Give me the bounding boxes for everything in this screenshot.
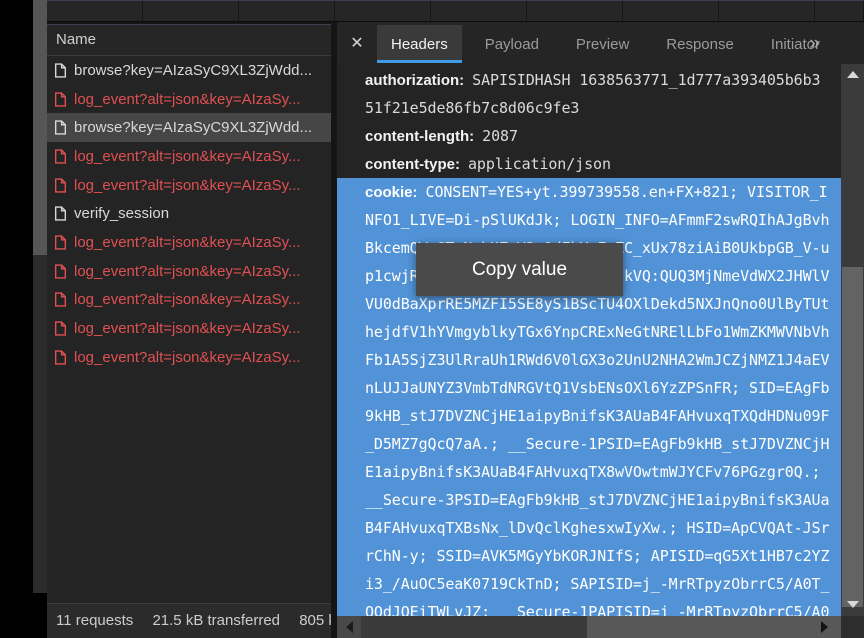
- scroll-right-icon[interactable]: [813, 616, 835, 638]
- cookie-line: hejdfV1hYVmgyblkyTGx6YnpCRExNeGtNRElLbFo…: [337, 318, 841, 346]
- header-key: authorization:: [365, 72, 464, 89]
- header-line: 51f21e5de86fb7c8d06c9fe3: [337, 94, 841, 122]
- overview-cell: [719, 1, 815, 21]
- network-status-bar: 11 requests 21.5 kB transferred 805 kB: [47, 603, 331, 638]
- request-row[interactable]: verify_session: [47, 199, 331, 228]
- file-icon: [54, 350, 67, 365]
- header-key: content-length:: [365, 128, 474, 145]
- request-name: browse?key=AIzaSyC9XL3ZjWdd...: [74, 62, 312, 79]
- cookie-line: QOdJQEiTWLvJZ; __Secure-1PAPISID=j_-MrRT…: [337, 598, 841, 616]
- header-key: cookie:: [365, 184, 418, 201]
- detail-vertical-scrollbar[interactable]: [841, 64, 864, 616]
- overview-cell: [239, 1, 335, 21]
- cookie-line: B4FAHvuxqTXBsNx_lDvQclKghesxwIyXw.; HSID…: [337, 514, 841, 542]
- cookie-line: cookie: CONSENT=YES+yt.399739558.en+FX+82…: [337, 178, 841, 206]
- request-name: log_event?alt=json&key=AIzaSy...: [74, 320, 301, 337]
- tab-payload[interactable]: Payload: [471, 25, 553, 63]
- file-icon: [54, 149, 67, 164]
- request-row[interactable]: log_event?alt=json&key=AIzaSy...: [47, 314, 331, 343]
- header-line: authorization: SAPISIDHASH 1638563771_1d7…: [337, 66, 841, 94]
- horizontal-scrollbar-thumb[interactable]: [587, 616, 841, 638]
- vertical-scrollbar-thumb[interactable]: [842, 267, 863, 607]
- request-row-selected[interactable]: browse?key=AIzaSyC9XL3ZjWdd...: [47, 113, 331, 142]
- request-row[interactable]: log_event?alt=json&key=AIzaSy...: [47, 142, 331, 171]
- overview-cell: [47, 1, 143, 21]
- cookie-line: NFO1_LIVE=Di-pSlUKdJk; LOGIN_INFO=AFmmF2…: [337, 206, 841, 234]
- request-row[interactable]: log_event?alt=json&key=AIzaSy...: [47, 286, 331, 315]
- request-name: log_event?alt=json&key=AIzaSy...: [74, 291, 301, 308]
- header-key: content-type:: [365, 156, 460, 173]
- overview-cell: [527, 1, 623, 21]
- overview-cell: [815, 1, 864, 21]
- file-icon: [54, 292, 67, 307]
- file-icon: [54, 63, 67, 78]
- page-scrollbar[interactable]: [33, 0, 47, 593]
- cookie-line: nLUJJaUNYZ3VmbTdNRGVtQ1VsbENsOXl6YzZPSnF…: [337, 374, 841, 402]
- scroll-down-icon[interactable]: [841, 594, 864, 614]
- cookie-line: _D5MZ7gQcQ7aA.; __Secure-1PSID=EAgFb9kHB…: [337, 430, 841, 458]
- file-icon: [54, 120, 67, 135]
- request-row[interactable]: log_event?alt=json&key=AIzaSy...: [47, 343, 331, 372]
- transferred-size: 21.5 kB transferred: [152, 612, 280, 629]
- tab-headers[interactable]: Headers: [377, 25, 462, 63]
- file-icon: [54, 206, 67, 221]
- detail-tab-bar: ✕ Headers Payload Preview Response Initi…: [337, 22, 864, 63]
- page-scrollbar-thumb[interactable]: [33, 0, 47, 255]
- more-tabs-icon[interactable]: »: [809, 33, 820, 55]
- header-value: CONSENT=YES+yt.399739558.en+FX+821; VISI…: [426, 183, 828, 201]
- request-name: log_event?alt=json&key=AIzaSy...: [74, 234, 301, 251]
- detail-horizontal-scrollbar[interactable]: [337, 616, 841, 638]
- cookie-line: 9kHB_stJ7DVZNCjHE1aipyBnifsK3AUaB4FAHvux…: [337, 402, 841, 430]
- overview-cell: [143, 1, 239, 21]
- network-overview-strip[interactable]: [47, 0, 864, 22]
- scrollbar-corner: [841, 616, 864, 638]
- tab-initiator[interactable]: Initiator: [757, 25, 834, 63]
- request-name: log_event?alt=json&key=AIzaSy...: [74, 263, 301, 280]
- request-name: log_event?alt=json&key=AIzaSy...: [74, 91, 301, 108]
- file-icon: [54, 178, 67, 193]
- file-icon: [54, 321, 67, 336]
- tab-response[interactable]: Response: [652, 25, 748, 63]
- overview-cell: [431, 1, 527, 21]
- file-icon: [54, 264, 67, 279]
- scroll-left-icon[interactable]: [337, 616, 361, 638]
- request-detail-panel: ✕ Headers Payload Preview Response Initi…: [337, 22, 864, 638]
- cookie-line: E1aipyBnifsK3AUaB4FAHvuxqTX8wVOwtmWJYCFv…: [337, 458, 841, 486]
- scroll-up-icon[interactable]: [841, 64, 864, 84]
- file-icon: [54, 92, 67, 107]
- name-column-header[interactable]: Name: [47, 25, 331, 56]
- tab-preview[interactable]: Preview: [562, 25, 643, 63]
- cookie-line: rChN-y; SSID=AVK5MGyYbKORJNIfS; APISID=q…: [337, 542, 841, 570]
- header-line: content-length: 2087: [337, 122, 841, 150]
- header-value: application/json: [468, 155, 611, 173]
- request-row[interactable]: browse?key=AIzaSyC9XL3ZjWdd...: [47, 56, 331, 85]
- request-name: log_event?alt=json&key=AIzaSy...: [74, 177, 301, 194]
- close-icon[interactable]: ✕: [343, 29, 371, 57]
- header-line: content-type: application/json: [337, 150, 841, 178]
- request-name: verify_session: [74, 205, 169, 222]
- request-name: log_event?alt=json&key=AIzaSy...: [74, 349, 301, 366]
- header-value: 2087: [482, 127, 518, 145]
- overview-cell: [335, 1, 431, 21]
- request-name: browse?key=AIzaSyC9XL3ZjWdd...: [74, 119, 312, 136]
- request-row[interactable]: log_event?alt=json&key=AIzaSy...: [47, 171, 331, 200]
- headers-content: authorization: SAPISIDHASH 1638563771_1d7…: [337, 64, 841, 616]
- cookie-line: __Secure-3PSID=EAgFb9kHB_stJ7DVZNCjHE1ai…: [337, 486, 841, 514]
- cookie-line: i3_/AuOC5eaK0719CkTnD; SAPISID=j_-MrRTpy…: [337, 570, 841, 598]
- request-name: log_event?alt=json&key=AIzaSy...: [74, 148, 301, 165]
- file-icon: [54, 235, 67, 250]
- request-count: 11 requests: [56, 612, 133, 629]
- request-row[interactable]: log_event?alt=json&key=AIzaSy...: [47, 228, 331, 257]
- overview-cell: [623, 1, 719, 21]
- requests-panel: Name browse?key=AIzaSyC9XL3ZjWdd... log_…: [47, 24, 331, 638]
- copy-value-button[interactable]: Copy value: [416, 243, 623, 296]
- request-row[interactable]: log_event?alt=json&key=AIzaSy...: [47, 257, 331, 286]
- devtools-network-panel: Name browse?key=AIzaSyC9XL3ZjWdd... log_…: [47, 0, 864, 638]
- request-row[interactable]: log_event?alt=json&key=AIzaSy...: [47, 85, 331, 114]
- resources-size: 805 kB: [299, 612, 331, 629]
- cookie-line: Fb1A5SjZ3UlRraUh1RWd6V0lGX3o2UnU2NHA2WmJ…: [337, 346, 841, 374]
- header-value: SAPISIDHASH 1638563771_1d777a393405b6b3: [472, 71, 820, 89]
